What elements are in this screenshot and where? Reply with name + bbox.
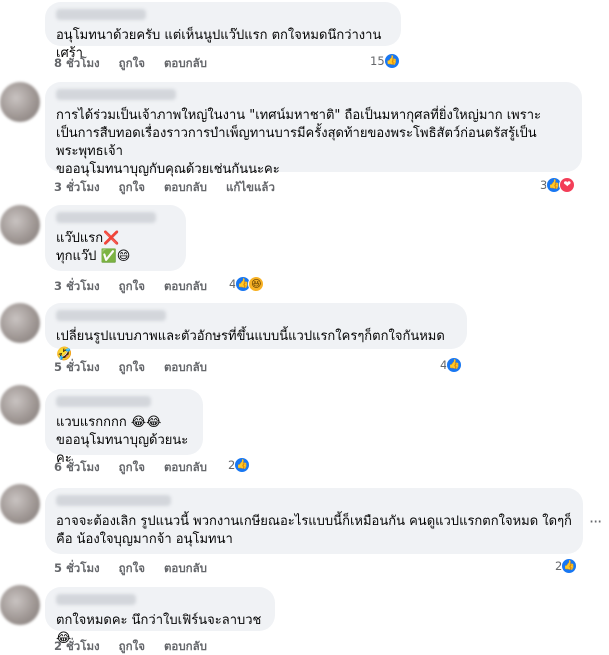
comment-text: อาจจะต้องเลิก รูปแนวนี้ พวกงานเกษียณอะไร… [56,514,572,547]
like-action[interactable]: ถูกใจ [119,56,145,70]
like-icon: 👍 [383,53,400,69]
comment-time[interactable]: 5 ชั่วโมง [54,561,100,575]
avatar[interactable] [0,585,40,625]
avatar[interactable] [0,484,40,524]
comment-bubble: แวบแรกกกก 😂😂 ขออนุโมทนาบุญด้วยนะคะ [45,389,203,466]
reaction-summary[interactable]: 15 👍 [370,53,400,69]
reaction-summary[interactable]: 2 👍 [555,558,578,574]
like-action[interactable]: ถูกใจ [119,279,145,293]
comment-bubble: อาจจะต้องเลิก รูปแนวนี้ พวกงานเกษียณอะไร… [45,488,583,554]
comment-time[interactable]: 5 ชั่วโมง [54,360,100,374]
reaction-summary[interactable]: 3 👍 ❤ [540,177,576,193]
reaction-summary[interactable]: 4 👍 😆 [229,276,265,292]
like-action[interactable]: ถูกใจ [119,180,145,194]
comment-text: แว๊ปแรก❌ ทุกแว๊ป ✅😄 [56,231,131,264]
comment-time[interactable]: 3 ชั่วโมง [54,180,100,194]
comment-actions: 6 ชั่วโมง ถูกใจ ตอบกลับ [54,459,222,477]
reply-action[interactable]: ตอบกลับ [164,639,207,653]
like-action[interactable]: ถูกใจ [119,561,145,575]
comment-bubble: การได้ร่วมเป็นเจ้าภาพใหญ่ในงาน "เทศน์มหา… [45,82,582,177]
comment-bubble: แว๊ปแรก❌ ทุกแว๊ป ✅😄 [45,205,186,271]
comment-actions: 5 ชั่วโมง ถูกใจ ตอบกลับ [54,359,222,377]
comment-actions: 3 ชั่วโมง ถูกใจ ตอบกลับ [54,278,222,296]
love-icon: ❤ [559,177,576,193]
comment-actions: 2 ชั่วโมง ถูกใจ ตอบกลับ [54,638,222,655]
reply-action[interactable]: ตอบกลับ [164,360,207,374]
haha-icon: 😆 [248,276,265,292]
reply-action[interactable]: ตอบกลับ [164,279,207,293]
avatar[interactable] [0,385,40,425]
reply-action[interactable]: ตอบกลับ [164,180,207,194]
avatar[interactable] [0,205,40,245]
comment-bubble: ตกใจหมดคะ นึกว่าใบเฟิร์นจะลาบวช😂 [45,587,275,646]
comment-actions: 8 ชั่วโมง ถูกใจ ตอบกลับ [54,55,222,73]
like-action[interactable]: ถูกใจ [119,460,145,474]
comment-bubble: เปลี่ยนรูปแบบภาพและตัวอักษรที่ขึ้นแบบนี้… [45,303,467,362]
author-name-blurred[interactable] [56,310,166,321]
comment-time[interactable]: 2 ชั่วโมง [54,639,100,653]
author-name-blurred[interactable] [56,212,156,223]
like-icon: 👍 [446,357,463,373]
reply-action[interactable]: ตอบกลับ [164,561,207,575]
author-name-blurred[interactable] [56,89,176,100]
avatar[interactable] [0,303,40,343]
reply-action[interactable]: ตอบกลับ [164,460,207,474]
more-options-icon[interactable]: ··· [589,512,602,531]
edited-label[interactable]: แก้ไขแล้ว [226,180,275,194]
comment-bubble: อนุโมทนาด้วยครับ แต่เห็นนูปแว๊ปแรก ตกใจห… [45,2,401,61]
comment-time[interactable]: 8 ชั่วโมง [54,56,100,70]
like-action[interactable]: ถูกใจ [119,360,145,374]
reaction-summary[interactable]: 2 👍 [228,457,251,473]
like-icon: 👍 [561,558,578,574]
avatar[interactable] [0,82,40,122]
like-action[interactable]: ถูกใจ [119,639,145,653]
reply-action[interactable]: ตอบกลับ [164,56,207,70]
author-name-blurred[interactable] [56,396,151,407]
author-name-blurred[interactable] [56,594,136,605]
comment-actions: 5 ชั่วโมง ถูกใจ ตอบกลับ [54,560,222,578]
comment-time[interactable]: 3 ชั่วโมง [54,279,100,293]
author-name-blurred[interactable] [56,9,146,20]
like-icon: 👍 [234,457,251,473]
reaction-summary[interactable]: 4 👍 [440,357,463,373]
comment-actions: 3 ชั่วโมง ถูกใจ ตอบกลับ แก้ไขแล้ว [54,179,290,197]
comment-text: การได้ร่วมเป็นเจ้าภาพใหญ่ในงาน "เทศน์มหา… [56,108,541,177]
author-name-blurred[interactable] [56,495,171,506]
comment-time[interactable]: 6 ชั่วโมง [54,460,100,474]
reaction-count: 15 [370,54,385,68]
